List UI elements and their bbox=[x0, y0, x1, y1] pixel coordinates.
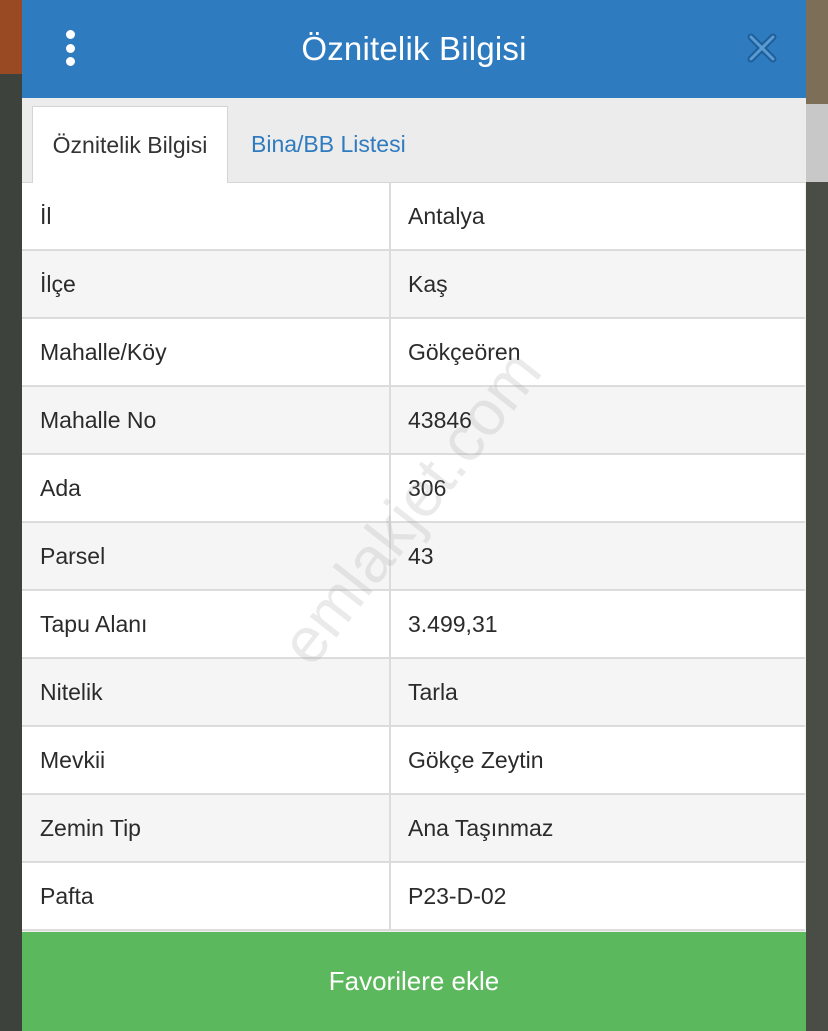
table-row: Tapu Alanı 3.499,31 bbox=[22, 591, 805, 659]
attribute-value: 3.499,31 bbox=[408, 610, 498, 637]
attribute-value: Gökçe Zeytin bbox=[408, 746, 544, 773]
table-row: Nitelik Tarla bbox=[22, 659, 805, 727]
tab-attribute-info[interactable]: Öznitelik Bilgisi bbox=[32, 106, 228, 183]
attribute-key: Parsel bbox=[22, 523, 391, 589]
attribute-value: Antalya bbox=[408, 202, 485, 229]
table-row: Parsel 43 bbox=[22, 523, 805, 591]
attribute-value: 43 bbox=[408, 542, 434, 569]
attribute-key: Mahalle/Köy bbox=[22, 319, 391, 385]
attribute-value: 43846 bbox=[408, 406, 472, 433]
dialog-header: Öznitelik Bilgisi bbox=[22, 0, 806, 98]
attribute-key: Mahalle No bbox=[22, 387, 391, 453]
attribute-key: İl bbox=[22, 183, 391, 249]
scrollbar[interactable] bbox=[806, 104, 828, 182]
attribute-table: İl Antalya İlçe Kaş Mahalle/Köy Gökçeöre… bbox=[22, 183, 805, 931]
add-to-favorites-button[interactable]: Favorilere ekle bbox=[22, 932, 806, 1031]
table-row: Mevkii Gökçe Zeytin bbox=[22, 727, 805, 795]
table-row: İlçe Kaş bbox=[22, 251, 805, 319]
attribute-value: P23-D-02 bbox=[408, 882, 507, 909]
map-background-edge bbox=[0, 0, 24, 74]
close-icon[interactable] bbox=[744, 30, 780, 66]
table-row: Pafta P23-D-02 bbox=[22, 863, 805, 931]
attribute-key: Zemin Tip bbox=[22, 795, 391, 861]
attribute-dialog: Öznitelik Bilgisi Öznitelik Bilgisi Bina… bbox=[22, 0, 806, 1031]
attribute-key: Nitelik bbox=[22, 659, 391, 725]
attribute-value: 306 bbox=[408, 474, 447, 501]
attribute-value: Kaş bbox=[408, 270, 448, 297]
attribute-key: Pafta bbox=[22, 863, 391, 929]
tab-building-list[interactable]: Bina/BB Listesi bbox=[251, 106, 406, 182]
attribute-value: Ana Taşınmaz bbox=[408, 814, 554, 841]
attribute-key: Tapu Alanı bbox=[22, 591, 391, 657]
dialog-title: Öznitelik Bilgisi bbox=[301, 30, 527, 67]
table-row: Mahalle/Köy Gökçeören bbox=[22, 319, 805, 387]
table-row: Zemin Tip Ana Taşınmaz bbox=[22, 795, 805, 863]
tab-bar: Öznitelik Bilgisi Bina/BB Listesi bbox=[22, 98, 806, 183]
table-row: İl Antalya bbox=[22, 183, 805, 251]
kebab-menu-icon[interactable] bbox=[62, 30, 78, 66]
table-row: Mahalle No 43846 bbox=[22, 387, 805, 455]
attribute-key: Mevkii bbox=[22, 727, 391, 793]
attribute-value: Gökçeören bbox=[408, 338, 521, 365]
attribute-key: İlçe bbox=[22, 251, 391, 317]
attribute-key: Ada bbox=[22, 455, 391, 521]
table-row: Ada 306 bbox=[22, 455, 805, 523]
attribute-value: Tarla bbox=[408, 678, 458, 705]
map-background-edge bbox=[804, 0, 828, 104]
